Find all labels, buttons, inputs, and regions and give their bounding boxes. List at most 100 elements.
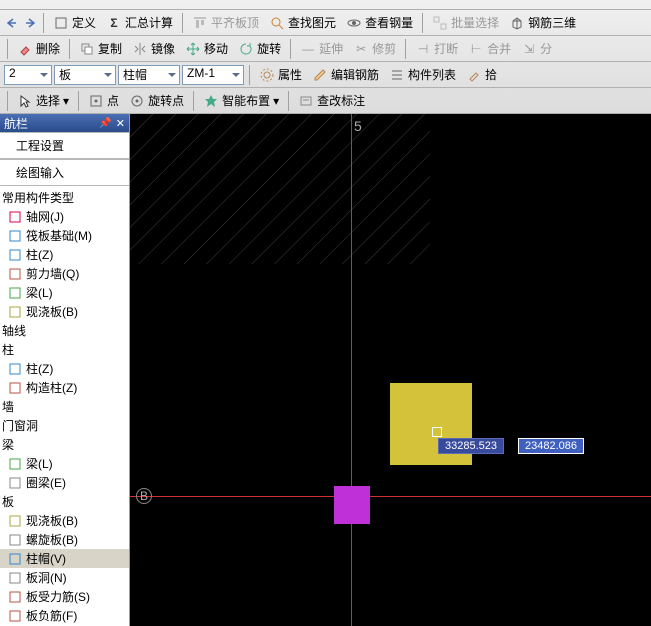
tree-item[interactable]: 螺旋板(B) <box>0 530 129 549</box>
tree-header: 常用构件类型 <box>0 188 129 207</box>
tree-item-label: 墙 <box>2 398 14 415</box>
delete-button[interactable]: 删除 <box>13 38 64 59</box>
break-icon: ⊣ <box>415 41 431 57</box>
tree-item[interactable]: 梁(L) <box>0 454 129 473</box>
edit-rebar-button[interactable]: 编辑钢筋 <box>308 64 383 85</box>
copy-icon <box>79 41 95 57</box>
tree-item-label: 轴网(J) <box>26 208 64 225</box>
copy-label: 复制 <box>98 40 122 57</box>
rotpoint-icon <box>129 93 145 109</box>
tree-item[interactable]: 轴网(J) <box>0 207 129 226</box>
tree-item[interactable]: 圈梁(E) <box>0 473 129 492</box>
sum-button[interactable]: Σ汇总计算 <box>102 12 177 33</box>
copy-button[interactable]: 复制 <box>75 38 126 59</box>
rotate-button[interactable]: 旋转 <box>234 38 285 59</box>
tree-item[interactable]: 柱 <box>0 340 129 359</box>
tab-draw-input[interactable]: 绘图输入 <box>0 159 129 186</box>
change-note-button[interactable]: 查改标注 <box>294 90 369 111</box>
toolbar-selector: 2 板 柱帽 ZM-1 属性 编辑钢筋 构件列表 拾 <box>0 62 651 88</box>
tree-item[interactable]: 柱(Z) <box>0 245 129 264</box>
search-icon <box>269 15 285 31</box>
tree-item[interactable]: 现浇板(B) <box>0 511 129 530</box>
tree-item-label: 梁 <box>2 436 14 453</box>
tree-item[interactable]: 现浇板(B) <box>0 302 129 321</box>
coord-y-box[interactable]: 23482.086 <box>518 438 584 454</box>
view-rebar-button[interactable]: 查看钢量 <box>342 12 417 33</box>
split-icon: ⇲ <box>521 41 537 57</box>
drawing-canvas[interactable]: 5 B 33285.523 23482.086 <box>130 114 651 626</box>
subcategory-select[interactable]: 柱帽 <box>118 65 180 85</box>
mirror-button[interactable]: 镜像 <box>128 38 179 59</box>
select-button[interactable]: 选择 ▾ <box>13 90 73 111</box>
extend-icon: — <box>300 41 316 57</box>
floor-select[interactable]: 2 <box>4 65 52 85</box>
spiral-icon <box>8 533 22 547</box>
elem-list-button[interactable]: 构件列表 <box>385 64 460 85</box>
move-button[interactable]: 移动 <box>181 38 232 59</box>
redo-icon[interactable] <box>22 15 38 31</box>
pin-icon[interactable]: 📌 <box>99 118 111 129</box>
tree-item[interactable]: 梁 <box>0 435 129 454</box>
align-top-button[interactable]: 平齐板顶 <box>188 12 263 33</box>
tree-item[interactable]: 梁(L) <box>0 283 129 302</box>
cube-icon <box>509 15 525 31</box>
tree-item-label: 轴线 <box>2 322 26 339</box>
find-elem-button[interactable]: 查找图元 <box>265 12 340 33</box>
tree-item-label: 板洞(N) <box>26 569 67 586</box>
rotpoint-label: 旋转点 <box>148 92 184 109</box>
split-button: ⇲分 <box>517 38 556 59</box>
tree-item[interactable]: 门窗洞 <box>0 416 129 435</box>
tree-item[interactable]: 柱帽(V) <box>0 549 129 568</box>
extend-button: —延伸 <box>296 38 347 59</box>
align-icon <box>192 15 208 31</box>
close-icon[interactable]: ✕ <box>116 117 125 130</box>
tree-item-label: 柱(Z) <box>26 246 53 263</box>
tree-item-label: 圈梁(E) <box>26 474 66 491</box>
tree-item[interactable]: 墙 <box>0 397 129 416</box>
col-t-icon <box>8 248 22 262</box>
pick-button[interactable]: 拾 <box>462 64 501 85</box>
tree-item-label: 板负筋(F) <box>26 607 77 624</box>
category-select[interactable]: 板 <box>54 65 116 85</box>
tree-item[interactable]: 柱(Z) <box>0 359 129 378</box>
move-icon <box>185 41 201 57</box>
doc-icon <box>53 15 69 31</box>
props-button[interactable]: 属性 <box>255 64 306 85</box>
tree-item[interactable]: 板洞(N) <box>0 568 129 587</box>
type-select[interactable]: ZM-1 <box>182 65 244 85</box>
tree-item-label: 柱 <box>2 341 14 358</box>
hatch-pattern <box>130 114 430 264</box>
batch-select-button[interactable]: 批量选择 <box>428 12 503 33</box>
beam-icon <box>8 457 22 471</box>
axis-line-vertical <box>351 114 352 626</box>
tree-item[interactable]: 构造柱(Z) <box>0 378 129 397</box>
pick-label: 拾 <box>485 66 497 83</box>
smart-layout-button[interactable]: 智能布置 ▾ <box>199 90 283 111</box>
cursor-icon <box>17 93 33 109</box>
mirror-icon <box>132 41 148 57</box>
wall-icon <box>8 267 22 281</box>
select-label: 选择 <box>36 92 60 109</box>
column-elem[interactable] <box>334 486 370 524</box>
tree-item[interactable]: 板受力筋(S) <box>0 587 129 606</box>
rebar-3d-button[interactable]: 钢筋三维 <box>505 12 580 33</box>
raft-icon <box>8 229 22 243</box>
tree-item[interactable]: 板 <box>0 492 129 511</box>
tree-item-label: 板 <box>2 493 14 510</box>
toolbar-main: 定义 Σ汇总计算 平齐板顶 查找图元 查看钢量 批量选择 钢筋三维 <box>0 10 651 36</box>
rebar-s-icon <box>8 590 22 604</box>
find-elem-label: 查找图元 <box>288 14 336 31</box>
tree-item[interactable]: 板负筋(F) <box>0 606 129 625</box>
define-button[interactable]: 定义 <box>49 12 100 33</box>
tree-item-label: 现浇板(B) <box>26 303 78 320</box>
point-button[interactable]: 点 <box>84 90 123 111</box>
tree-item[interactable]: 筏板基础(M) <box>0 226 129 245</box>
col-c-icon <box>8 381 22 395</box>
elem-list-label: 构件列表 <box>408 66 456 83</box>
tree-item[interactable]: 轴线 <box>0 321 129 340</box>
hole-icon <box>8 571 22 585</box>
rotpoint-button[interactable]: 旋转点 <box>125 90 188 111</box>
tab-proj-settings[interactable]: 工程设置 <box>0 132 129 159</box>
undo-icon[interactable] <box>4 15 20 31</box>
tree-item[interactable]: 剪力墙(Q) <box>0 264 129 283</box>
